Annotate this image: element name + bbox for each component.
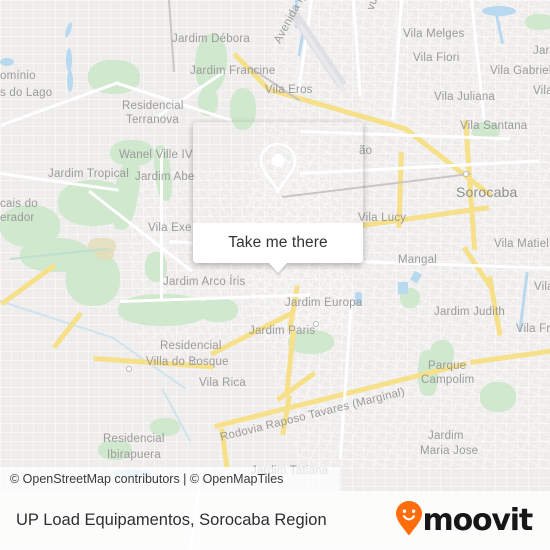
moovit-wordmark: moovit [422,502,534,538]
map-label: cais do [0,198,38,210]
park-area [198,298,238,322]
water-body [0,58,14,66]
map-label: Parque [428,360,467,372]
map-label: Jard [533,45,550,57]
map-label: Jardim Judith [434,306,505,318]
map-label: Vila Rica [199,377,246,389]
map-label: Jardim Tropical [48,168,129,180]
map-label: Vila [534,281,550,293]
take-me-there-label: Take me there [228,234,328,251]
map-label: Vila Fra [516,323,550,335]
park-area [480,382,516,412]
map-label: Vila Melges [403,28,465,40]
map-label: Vila Santana [460,120,528,132]
map-label: Wanel Ville IV [119,149,193,161]
map-label: Terranova [126,114,179,126]
footer-bar: UP Load Equipamentos, Sorocaba Region mo… [0,491,550,550]
map-label: Vila [533,85,550,97]
map-label: Vila Lucy [358,212,407,224]
map-label: Ibirapuera [107,449,161,461]
page-title: UP Load Equipamentos, Sorocaba Region [16,511,327,529]
map-label: Villa do Bosque [146,356,229,368]
map-label: Campolim [421,374,475,386]
poi-marker[interactable] [126,366,132,372]
water-body [67,70,73,92]
park-area [66,252,120,306]
take-me-there-button[interactable]: Take me there [193,223,363,263]
map-label: Jardim Paris [249,325,316,337]
map-label: Jardim [428,430,464,442]
map-label: Jardim Débora [172,33,251,45]
map-label: Jardim Abe [135,171,195,183]
map-label: Jardim Europa [285,297,363,309]
map-label: s do Lago [0,87,53,99]
moovit-map-screenshot: Jardim Débora Jardim Francine Vila Eros Ave… [0,0,550,550]
water-body [482,6,516,16]
map-label: Jardim Francine [190,65,276,77]
moovit-smiley-pin-icon [395,501,422,540]
map-label: Vila Matiel [494,238,550,250]
poi-marker[interactable] [463,171,469,177]
map-label: Residencial [122,100,184,112]
map-label: omínio [0,70,36,82]
water-body [398,282,408,294]
map-label: Vila Fiori [413,52,460,64]
map-label: Vila Gabriel [490,65,550,77]
moovit-logo[interactable]: moovit [395,501,550,540]
map-label: Vila Juliana [434,91,496,103]
map-label: Jardim Arco Íris [163,276,246,288]
map-label: Sorocaba [456,184,518,200]
map-label: erador [0,212,35,224]
popup-image-area [193,122,363,223]
map-label: Residencial [160,340,222,352]
map-label: Vila Exe [148,222,192,234]
park-area [525,14,550,30]
location-popup-card[interactable]: Take me there [193,122,363,273]
popup-tail [269,263,287,273]
map-pin-icon [255,140,301,205]
water-body [66,48,72,72]
map-label: Maria Jose [420,445,479,457]
map-label: Mangal [398,254,437,266]
attribution-text[interactable]: © OpenStreetMap contributors | © OpenMap… [0,472,283,486]
map-label: Residencial [103,433,165,445]
map-label: Vila Eros [265,84,313,96]
map-attribution: © OpenStreetMap contributors | © OpenMap… [0,467,340,491]
